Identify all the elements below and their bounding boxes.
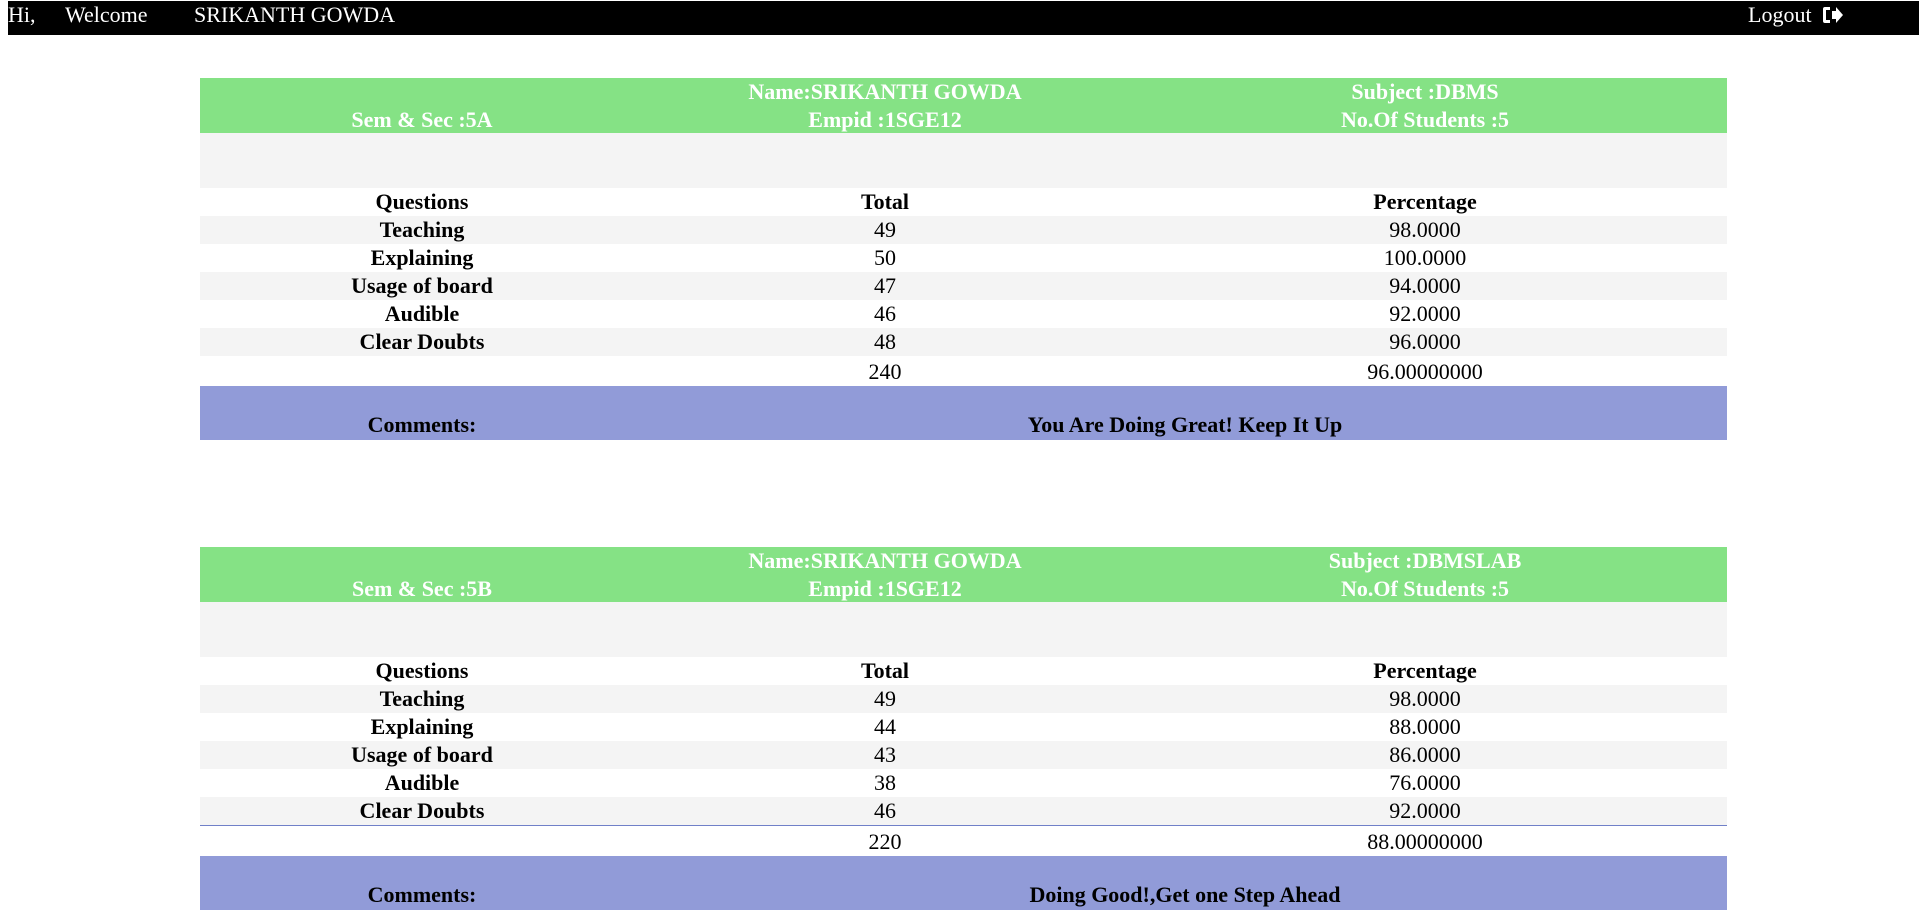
sign-out-icon	[1822, 7, 1843, 23]
percentage-value: 92.0000	[1389, 798, 1461, 823]
col-questions: Questions	[375, 658, 469, 683]
card-header: Name:SRIKANTH GOWDA Subject :DBMSLAB Sem…	[200, 547, 1727, 602]
empid: Empid :1SGE12	[808, 107, 962, 132]
question-label: Explaining	[370, 245, 474, 270]
percentage-value: 98.0000	[1389, 217, 1461, 242]
student-count: No.Of Students :5	[1340, 107, 1510, 132]
grand-percentage: 96.00000000	[1367, 359, 1483, 384]
total-value: 49	[874, 686, 896, 711]
subject: Subject :DBMS	[1351, 79, 1499, 104]
faculty-name: Name:SRIKANTH GOWDA	[748, 548, 1022, 573]
comments-label: Comments:	[367, 412, 477, 437]
welcome-text: Welcome	[65, 2, 148, 27]
faculty-name: Name:SRIKANTH GOWDA	[748, 79, 1022, 104]
total-value: 38	[874, 770, 896, 795]
percentage-value: 100.0000	[1383, 245, 1467, 270]
percentage-value: 98.0000	[1389, 686, 1461, 711]
greeting-text: Hi,	[8, 2, 36, 27]
table-row: Clear Doubts 48 96.0000	[200, 328, 1727, 356]
question-label: Explaining	[370, 714, 474, 739]
total-row: 240 96.00000000	[200, 356, 1727, 386]
question-label: Teaching	[379, 686, 465, 711]
subject: Subject :DBMSLAB	[1328, 548, 1522, 573]
table-header-row: Questions Total Percentage	[200, 188, 1727, 216]
question-label: Clear Doubts	[359, 329, 485, 354]
comments-label: Comments:	[367, 882, 477, 907]
comments-bar: Comments: Doing Good!,Get one Step Ahead	[200, 856, 1727, 910]
spacer-row	[200, 602, 1727, 657]
percentage-value: 94.0000	[1389, 273, 1461, 298]
col-questions: Questions	[375, 189, 469, 214]
sem-sec: Sem & Sec :5A	[351, 107, 493, 132]
total-value: 46	[874, 301, 896, 326]
table-row: Usage of board 43 86.0000	[200, 741, 1727, 769]
table-row: Usage of board 47 94.0000	[200, 272, 1727, 300]
table-header-row: Questions Total Percentage	[200, 657, 1727, 685]
question-label: Teaching	[379, 217, 465, 242]
question-label: Audible	[384, 301, 460, 326]
logout-label: Logout	[1748, 2, 1812, 27]
total-value: 49	[874, 217, 896, 242]
feedback-card-dbmslab: Name:SRIKANTH GOWDA Subject :DBMSLAB Sem…	[200, 547, 1727, 910]
table-row: Teaching 49 98.0000	[200, 216, 1727, 244]
table-row: Explaining 44 88.0000	[200, 713, 1727, 741]
comments-bar: Comments: You Are Doing Great! Keep It U…	[200, 386, 1727, 440]
percentage-value: 92.0000	[1389, 301, 1461, 326]
percentage-value: 96.0000	[1389, 329, 1461, 354]
total-value: 46	[874, 798, 896, 823]
logout-button[interactable]: Logout	[1748, 4, 1844, 26]
sem-sec: Sem & Sec :5B	[352, 576, 492, 601]
total-value: 50	[874, 245, 896, 270]
table-row: Teaching 49 98.0000	[200, 685, 1727, 713]
comment-text: Doing Good!,Get one Step Ahead	[1029, 882, 1341, 907]
col-total: Total	[860, 189, 910, 214]
total-value: 47	[874, 273, 896, 298]
spacer-row	[200, 133, 1727, 188]
table-row: Explaining 50 100.0000	[200, 244, 1727, 272]
total-value: 43	[874, 742, 896, 767]
col-total: Total	[860, 658, 910, 683]
total-value: 48	[874, 329, 896, 354]
student-count: No.Of Students :5	[1340, 576, 1510, 601]
total-value: 44	[874, 714, 896, 739]
question-label: Usage of board	[351, 742, 493, 767]
percentage-value: 76.0000	[1389, 770, 1461, 795]
table-row: Audible 38 76.0000	[200, 769, 1727, 797]
question-label: Usage of board	[351, 273, 493, 298]
empid: Empid :1SGE12	[808, 576, 962, 601]
top-nav-bar: Hi, Welcome SRIKANTH GOWDA Logout	[8, 1, 1919, 35]
question-label: Audible	[384, 770, 460, 795]
comment-text: You Are Doing Great! Keep It Up	[1027, 412, 1343, 437]
col-percentage: Percentage	[1373, 658, 1477, 683]
card-header: Name:SRIKANTH GOWDA Subject :DBMS Sem & …	[200, 78, 1727, 133]
table-row: Audible 46 92.0000	[200, 300, 1727, 328]
grand-percentage: 88.00000000	[1367, 829, 1483, 854]
percentage-value: 88.0000	[1389, 714, 1461, 739]
grand-total: 220	[868, 829, 902, 854]
user-name: SRIKANTH GOWDA	[194, 2, 396, 27]
question-label: Clear Doubts	[359, 798, 485, 823]
table-row: Clear Doubts 46 92.0000	[200, 797, 1727, 825]
grand-total: 240	[868, 359, 902, 384]
percentage-value: 86.0000	[1389, 742, 1461, 767]
total-row: 220 88.00000000	[200, 825, 1727, 856]
col-percentage: Percentage	[1373, 189, 1477, 214]
feedback-card-dbms: Name:SRIKANTH GOWDA Subject :DBMS Sem & …	[200, 78, 1727, 440]
